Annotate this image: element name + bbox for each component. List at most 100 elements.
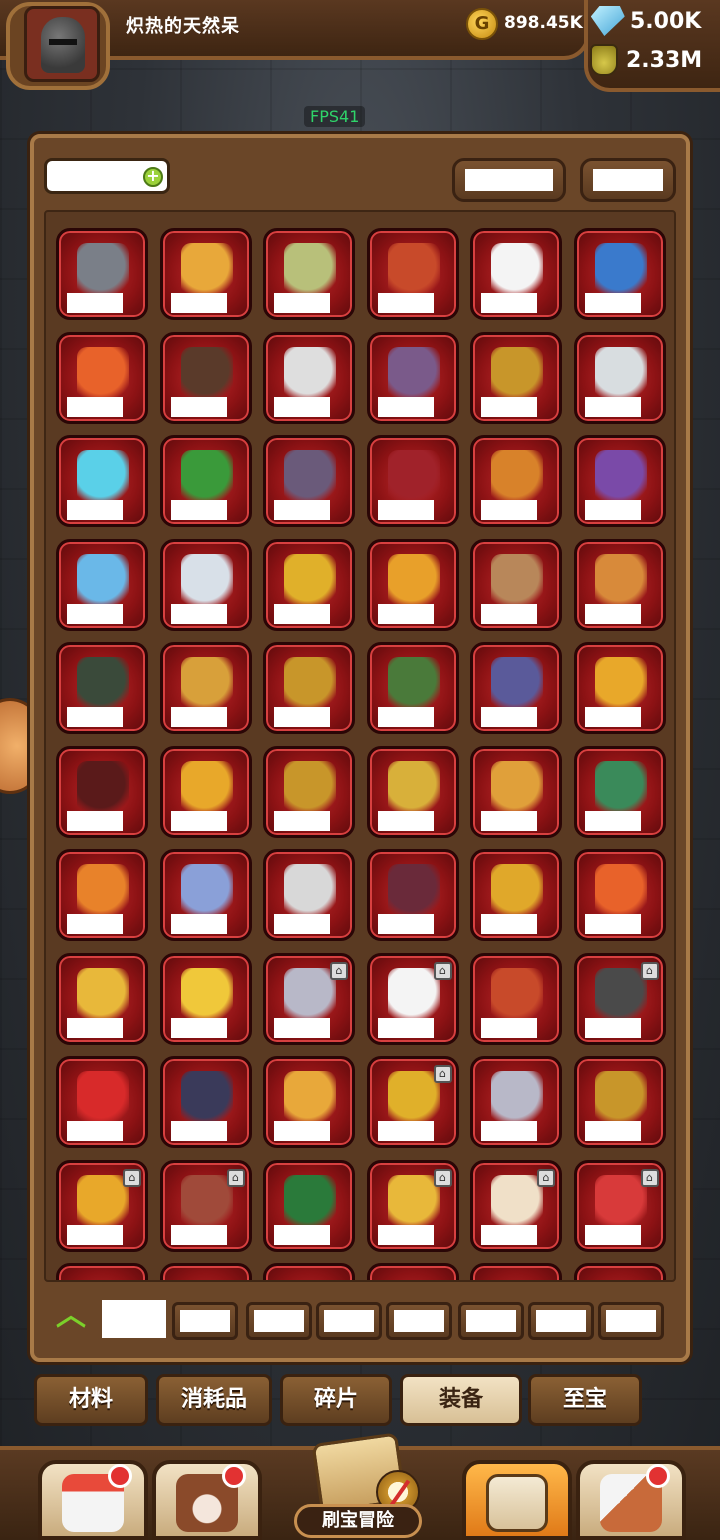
- inventory-slot-gold-scepter[interactable]: [263, 538, 355, 631]
- inventory-slot-partial[interactable]: [56, 1263, 148, 1280]
- inventory-slot-red-boot[interactable]: [366, 435, 459, 527]
- red-helmet-icon: [387, 243, 440, 299]
- page-button[interactable]: [528, 1302, 594, 1340]
- inventory-slot-partial[interactable]: [263, 1263, 355, 1280]
- inventory-slot-purple-amulet[interactable]: [573, 435, 666, 527]
- inventory-slot-gold-robe[interactable]: ⌂: [56, 1159, 148, 1252]
- inventory-slot-partial[interactable]: [366, 1263, 459, 1280]
- inventory-slot-gold-hood[interactable]: [263, 642, 355, 734]
- inventory-slot-wood-bow[interactable]: [470, 538, 562, 631]
- inventory-slot-camo-jacket[interactable]: [366, 642, 459, 734]
- inventory-slot-santa-coat[interactable]: [56, 1056, 148, 1148]
- inventory-slot-partial[interactable]: [573, 1263, 666, 1280]
- inventory-slot-gold-scepter[interactable]: ⌂: [366, 1056, 459, 1148]
- plus-circle-icon[interactable]: +: [143, 167, 163, 187]
- inventory-slot-gold-vest[interactable]: [159, 745, 252, 838]
- inventory-slot-knight-boots[interactable]: [263, 745, 355, 838]
- purple-armor-icon: [387, 346, 440, 403]
- inventory-slot-blue-staff-head[interactable]: [573, 228, 666, 320]
- inventory-slot-fur-boots[interactable]: [159, 331, 252, 424]
- inventory-slot-fire-scroll[interactable]: [56, 331, 148, 424]
- inventory-slot-ruby-ring[interactable]: [470, 745, 562, 838]
- search-field[interactable]: [55, 167, 131, 185]
- inventory-slot-partial[interactable]: [470, 1263, 562, 1280]
- page-button[interactable]: [246, 1302, 312, 1340]
- inventory-slot-green-robe[interactable]: [159, 435, 252, 527]
- tab-treasures[interactable]: 至宝: [528, 1374, 642, 1426]
- inventory-slot-coral-staff[interactable]: ⌂: [573, 1159, 666, 1252]
- wolf-helmet-icon: [491, 1071, 543, 1127]
- inventory-slot-bunny-hat[interactable]: [159, 952, 252, 1045]
- inventory-slot-lava-armor[interactable]: [56, 745, 148, 838]
- page-button[interactable]: [386, 1302, 452, 1340]
- tab-equipment[interactable]: 装备: [400, 1374, 522, 1426]
- avatar[interactable]: [24, 6, 100, 82]
- page-button[interactable]: [172, 1302, 238, 1340]
- inventory-slot-gold-armor[interactable]: [470, 331, 562, 424]
- wing-ring-icon: [284, 864, 336, 920]
- inventory-slot-purple-armor[interactable]: [366, 331, 459, 424]
- item-label: [67, 1224, 123, 1245]
- inventory-slot-fire-pendant[interactable]: [573, 849, 666, 941]
- inventory-slot-gold-robe[interactable]: [573, 642, 666, 734]
- inventory-slot-pocket-watch[interactable]: [56, 952, 148, 1045]
- inventory-slot-silver-hat[interactable]: [573, 331, 666, 424]
- inventory-slot-emerald-ring[interactable]: [573, 745, 666, 838]
- inventory-slot-blue-chestplate[interactable]: [470, 642, 562, 734]
- search-bar[interactable]: +: [44, 158, 170, 194]
- crystal-ring-icon: [180, 864, 233, 920]
- inventory-slot-royal-mantle[interactable]: [573, 1056, 666, 1148]
- inventory-slot-orange-ring[interactable]: [470, 435, 562, 527]
- page-button[interactable]: [316, 1302, 382, 1340]
- inventory-slot-wolf-helmet[interactable]: ⌂: [263, 952, 355, 1045]
- inventory-slot-pizza[interactable]: [159, 228, 252, 320]
- notification-badge: [222, 1464, 246, 1488]
- inventory-slot-rope-necklace[interactable]: [470, 849, 562, 941]
- filter-button[interactable]: [580, 158, 676, 202]
- gold-armor-icon: [491, 346, 543, 403]
- inventory-slot-fire-bow[interactable]: [366, 538, 459, 631]
- adventure-label[interactable]: 刷宝冒险: [294, 1504, 422, 1538]
- inventory-slot-cat-mask[interactable]: ⌂: [366, 952, 459, 1045]
- inventory-slot-jade-crown[interactable]: [263, 1159, 355, 1252]
- chevron-up-icon[interactable]: ︿: [56, 1301, 94, 1332]
- inventory-slot-gingerbread[interactable]: [573, 538, 666, 631]
- inventory-slot-crystal-ring[interactable]: [159, 849, 252, 941]
- inventory-slot-red-helmet[interactable]: [366, 228, 459, 320]
- tombstone-icon: [77, 243, 129, 299]
- inventory-slot-pocket-watch[interactable]: ⌂: [366, 1159, 459, 1252]
- tab-fragments[interactable]: 碎片: [280, 1374, 392, 1426]
- inventory-slot-crown-snowman[interactable]: [470, 228, 562, 320]
- inventory-slot-army-helmet[interactable]: [56, 642, 148, 734]
- inventory-slot-partial[interactable]: [159, 1263, 252, 1280]
- inventory-slot-gold-mantle[interactable]: [470, 952, 562, 1045]
- inventory-slot-royal-robe[interactable]: ⌂: [159, 1159, 252, 1252]
- inventory-slot-white-armor[interactable]: [263, 331, 355, 424]
- inventory-slot-iron-armor[interactable]: ⌂: [573, 952, 666, 1045]
- nav-bag[interactable]: [462, 1460, 572, 1540]
- inventory-slot-wing-ring[interactable]: [263, 849, 355, 941]
- inventory-slot-dragon-ring[interactable]: [56, 849, 148, 941]
- inventory-slot-claw-boots[interactable]: [366, 745, 459, 838]
- page-button[interactable]: [458, 1302, 524, 1340]
- sort-button[interactable]: [452, 158, 566, 202]
- inventory-slot-pizza[interactable]: [263, 1056, 355, 1148]
- beast-necklace-icon: [180, 1071, 233, 1127]
- inventory-slot-wolf-helmet[interactable]: [470, 1056, 562, 1148]
- item-label: [67, 707, 123, 727]
- item-label: [377, 1017, 434, 1038]
- inventory-slot-bat-ring[interactable]: [366, 849, 459, 941]
- inventory-slot-green-helmet[interactable]: [263, 228, 355, 320]
- tab-materials[interactable]: 材料: [34, 1374, 148, 1426]
- inventory-slot-wizard-hat[interactable]: [159, 642, 252, 734]
- inventory-slot-blue-bra[interactable]: [56, 435, 148, 527]
- gold-robe-icon: [594, 657, 647, 713]
- inventory-slot-silver-sword[interactable]: [159, 538, 252, 631]
- inventory-slot-bone-club[interactable]: ⌂: [470, 1159, 562, 1252]
- inventory-slot-dark-armor[interactable]: [263, 435, 355, 527]
- inventory-slot-blue-necklace[interactable]: [56, 538, 148, 631]
- inventory-slot-tombstone[interactable]: [56, 228, 148, 320]
- page-button[interactable]: [598, 1302, 664, 1340]
- inventory-slot-beast-necklace[interactable]: [159, 1056, 252, 1148]
- tab-consumables[interactable]: 消耗品: [156, 1374, 272, 1426]
